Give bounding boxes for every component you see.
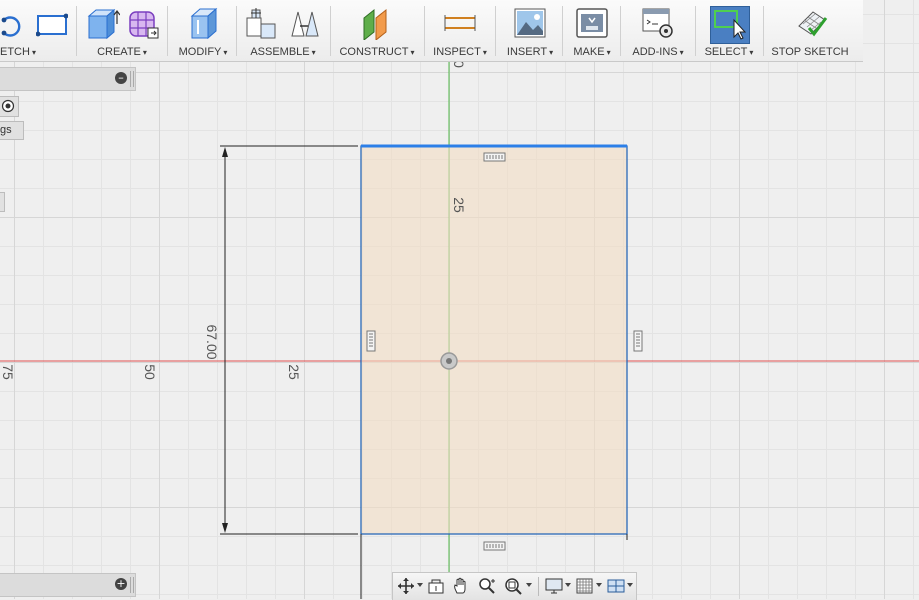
insert-image-icon[interactable] (513, 6, 547, 40)
modify-menu-label[interactable]: MODIFY ▾ (172, 46, 234, 58)
orbit-icon[interactable] (396, 577, 416, 595)
collapse-panel-icon[interactable]: – (115, 72, 127, 84)
sketch-profile[interactable] (360, 145, 628, 535)
toolbar-separator (76, 6, 77, 56)
look-at-icon[interactable] (426, 577, 446, 595)
nav-separator (538, 577, 539, 596)
panel-grip-icon[interactable] (130, 71, 134, 87)
addins-menu-label[interactable]: ADD-INS ▾ (624, 46, 692, 58)
form-cage-icon[interactable] (126, 6, 160, 40)
pan-icon[interactable] (451, 577, 471, 595)
rectangle-icon[interactable] (36, 6, 68, 40)
assemble-menu-label[interactable]: ASSEMBLE ▾ (240, 46, 326, 58)
offset-plane-icon[interactable] (360, 6, 394, 40)
undo-arc-icon[interactable] (0, 6, 30, 40)
settings-chip[interactable]: gs (0, 121, 24, 140)
viewports-caret-icon[interactable] (627, 583, 633, 587)
orbit-caret-icon[interactable] (417, 583, 423, 587)
toolbar-separator (167, 6, 168, 56)
scripts-addins-icon[interactable] (641, 6, 675, 40)
main-toolbar: ETCH ▾ CREATE ▾ MODIFY ▾ ASSEMBLE ▾ CONS… (0, 0, 863, 62)
make-menu-label[interactable]: MAKE ▾ (566, 46, 618, 58)
3d-print-icon[interactable] (575, 6, 609, 40)
ruler-label-75: 75 (0, 364, 16, 380)
panel-grip-icon[interactable] (130, 577, 134, 593)
motion-link-icon[interactable] (288, 6, 322, 40)
toolbar-separator (763, 6, 764, 56)
toolbar-separator (236, 6, 237, 56)
assemble-group[interactable]: ASSEMBLE ▾ (240, 0, 326, 61)
display-settings-icon[interactable] (544, 577, 564, 595)
toolbar-separator (424, 6, 425, 56)
zoom-caret-icon[interactable] (526, 583, 532, 587)
display-caret-icon[interactable] (565, 583, 571, 587)
stop-sketch-label[interactable]: STOP SKETCH (767, 46, 853, 58)
create-group[interactable]: CREATE ▾ (80, 0, 164, 61)
origin-point-icon[interactable] (440, 352, 458, 370)
settings-chip-label: gs (0, 124, 12, 136)
expand-panel-icon[interactable]: + (115, 578, 127, 590)
ruler-label-vertical-25: 25 (451, 197, 467, 213)
make-group[interactable]: MAKE ▾ (566, 0, 618, 61)
sketch-geometry[interactable]: 67.00 75 50 25 25 0 (0, 0, 919, 599)
inspect-group[interactable]: INSPECT ▾ (428, 0, 492, 61)
construct-menu-label[interactable]: CONSTRUCT ▾ (334, 46, 420, 58)
insert-menu-label[interactable]: INSERT ▾ (500, 46, 560, 58)
viewports-icon[interactable] (606, 577, 626, 595)
modify-group[interactable]: MODIFY ▾ (172, 0, 234, 61)
measure-icon[interactable] (443, 6, 477, 40)
toolbar-separator (495, 6, 496, 56)
box-extrude-icon[interactable] (86, 6, 120, 40)
dimension-arrow-bottom (222, 523, 228, 533)
insert-group[interactable]: INSERT ▾ (500, 0, 560, 61)
ruler-label-25: 25 (286, 364, 302, 380)
visibility-toggle[interactable] (0, 96, 19, 117)
inspect-menu-label[interactable]: INSPECT ▾ (428, 46, 492, 58)
joint-icon[interactable] (244, 6, 278, 40)
grid-settings-icon[interactable] (575, 577, 595, 595)
horizontal-constraint-icon-bottom[interactable] (483, 541, 506, 551)
addins-group[interactable]: ADD-INS ▾ (624, 0, 692, 61)
sketch-menu-label[interactable]: ETCH ▾ (0, 46, 75, 58)
stop-sketch-icon[interactable] (795, 6, 829, 40)
select-menu-label[interactable]: SELECT ▾ (699, 46, 759, 58)
select-group[interactable]: SELECT ▾ (699, 0, 759, 61)
select-window-icon[interactable] (712, 6, 746, 40)
horizontal-constraint-icon-top[interactable] (483, 152, 506, 162)
toolbar-separator (330, 6, 331, 56)
ruler-label-50: 50 (142, 364, 158, 380)
dimension-arrow-top (222, 147, 228, 157)
toolbar-separator (620, 6, 621, 56)
fit-icon[interactable] (503, 577, 523, 595)
navigation-bar (392, 572, 637, 600)
stop-sketch-group[interactable]: STOP SKETCH (767, 0, 853, 61)
radio-visible-icon (1, 99, 15, 113)
toolbar-separator (562, 6, 563, 56)
press-pull-icon[interactable] (186, 6, 220, 40)
sketch-group[interactable]: ETCH ▾ (0, 0, 75, 61)
vertical-constraint-icon-left[interactable] (366, 330, 376, 352)
dimension-value[interactable]: 67.00 (204, 324, 220, 359)
zoom-icon[interactable] (477, 577, 497, 595)
comments-panel-header[interactable]: + (0, 573, 136, 597)
create-menu-label[interactable]: CREATE ▾ (80, 46, 164, 58)
side-tab[interactable] (0, 192, 5, 212)
browser-panel-header[interactable]: – (0, 67, 136, 91)
construct-group[interactable]: CONSTRUCT ▾ (334, 0, 420, 61)
grid-caret-icon[interactable] (596, 583, 602, 587)
toolbar-separator (695, 6, 696, 56)
vertical-constraint-icon-right[interactable] (633, 330, 643, 352)
